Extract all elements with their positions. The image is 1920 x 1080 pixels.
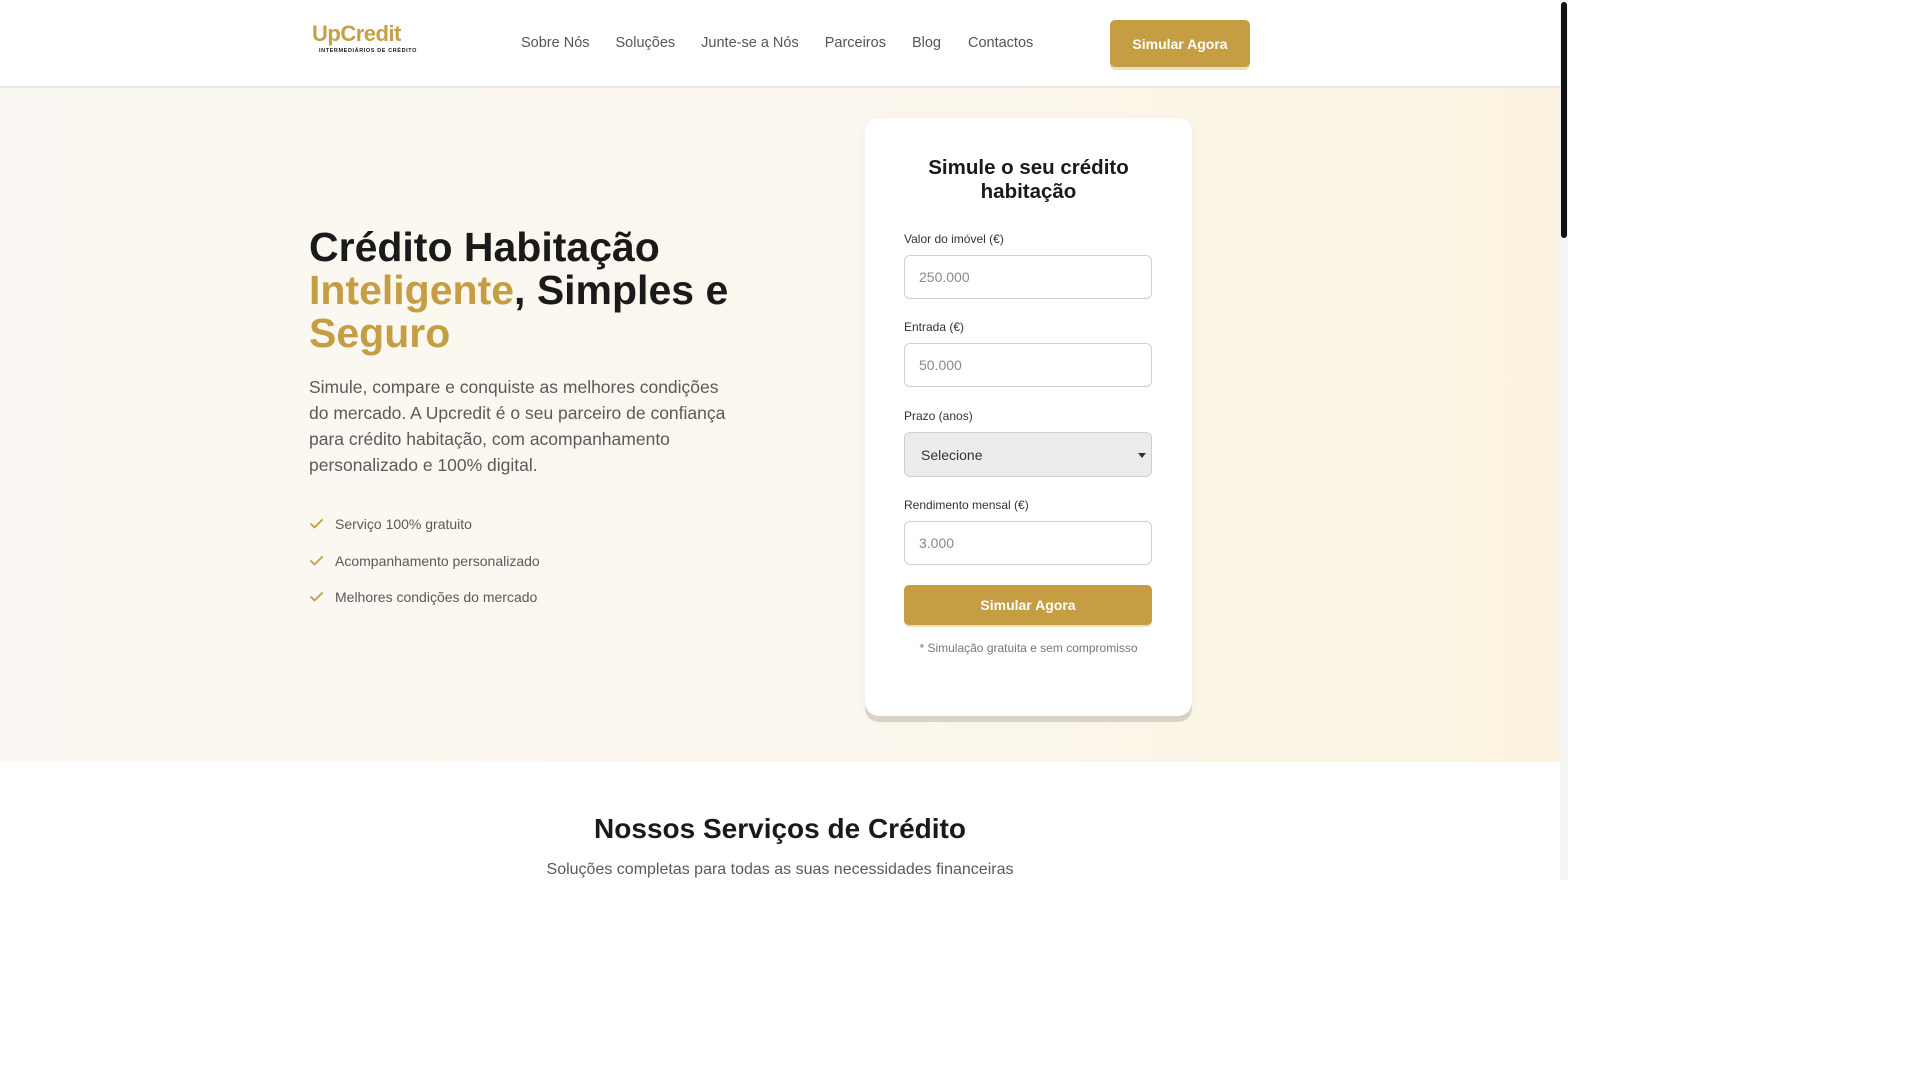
hero-title-part1: Crédito Habitação bbox=[309, 224, 660, 270]
property-value-label: Valor do imóvel (€) bbox=[904, 232, 1004, 246]
down-payment-label: Entrada (€) bbox=[904, 320, 965, 334]
feature-label: Acompanhamento personalizado bbox=[335, 552, 540, 569]
nav-junte-se[interactable]: Junte-se a Nós bbox=[701, 34, 799, 52]
term-select[interactable]: Selecione bbox=[904, 432, 1152, 477]
simulate-submit-button[interactable]: Simular Agora bbox=[904, 585, 1152, 625]
property-value-input[interactable] bbox=[904, 255, 1152, 299]
feature-label: Serviço 100% gratuito bbox=[335, 516, 472, 533]
term-select-value: Selecione bbox=[921, 446, 983, 463]
income-input[interactable] bbox=[904, 521, 1152, 565]
simulator-title: Simule o seu crédito habitação bbox=[928, 156, 1129, 203]
logo-tagline: INTERMEDIÁRIOS DE CRÉDITO bbox=[319, 48, 418, 54]
services-subtitle: Soluções completas para todas as suas ne… bbox=[546, 861, 1014, 878]
simulator-card: Simule o seu crédito habitação Valor do … bbox=[865, 118, 1192, 716]
hero-section: Crédito Habitação Inteligente, Simples e… bbox=[0, 88, 1560, 762]
main-nav: Sobre Nós Soluções Junte-se a Nós Parcei… bbox=[521, 34, 1033, 52]
hero-title-part2: , Simples e bbox=[514, 267, 729, 313]
site-header: UpCredit INTERMEDIÁRIOS DE CRÉDITO Sobre… bbox=[0, 0, 1560, 88]
hero-title-highlight-inteligente: Inteligente bbox=[309, 267, 515, 313]
hero-title-highlight-seguro: Seguro bbox=[309, 310, 451, 356]
simulator-note: * Simulação gratuita e sem compromisso bbox=[919, 641, 1138, 655]
feature-list: Serviço 100% gratuito Acompanhamento per… bbox=[309, 506, 540, 616]
feature-label: Melhores condições do mercado bbox=[335, 589, 538, 606]
hero-description: Simule, compare e conquiste as melhores … bbox=[309, 377, 726, 475]
header-simulate-button[interactable]: Simular Agora bbox=[1110, 20, 1250, 67]
feature-item: Serviço 100% gratuito bbox=[309, 506, 540, 543]
nav-contactos[interactable]: Contactos bbox=[968, 34, 1033, 52]
feature-item: Melhores condições do mercado bbox=[309, 579, 540, 616]
chevron-down-icon bbox=[1138, 453, 1146, 458]
term-label: Prazo (anos) bbox=[904, 409, 973, 423]
down-payment-input[interactable] bbox=[904, 343, 1152, 387]
feature-item: Acompanhamento personalizado bbox=[309, 543, 540, 580]
income-label: Rendimento mensal (€) bbox=[904, 498, 1029, 512]
nav-solucoes[interactable]: Soluções bbox=[616, 34, 676, 52]
nav-blog[interactable]: Blog bbox=[912, 34, 941, 52]
check-icon bbox=[309, 554, 323, 568]
services-title: Nossos Serviços de Crédito bbox=[594, 813, 966, 844]
check-icon bbox=[309, 517, 323, 531]
scrollbar-thumb[interactable] bbox=[1561, 2, 1567, 238]
logo-wordmark: UpCredit bbox=[312, 21, 401, 46]
check-icon bbox=[309, 590, 323, 604]
hero-title: Crédito Habitação Inteligente, Simples e… bbox=[309, 226, 769, 355]
upcredit-logo[interactable]: UpCredit INTERMEDIÁRIOS DE CRÉDITO bbox=[312, 21, 416, 58]
nav-sobre-nos[interactable]: Sobre Nós bbox=[521, 34, 590, 52]
nav-parceiros[interactable]: Parceiros bbox=[825, 34, 886, 52]
